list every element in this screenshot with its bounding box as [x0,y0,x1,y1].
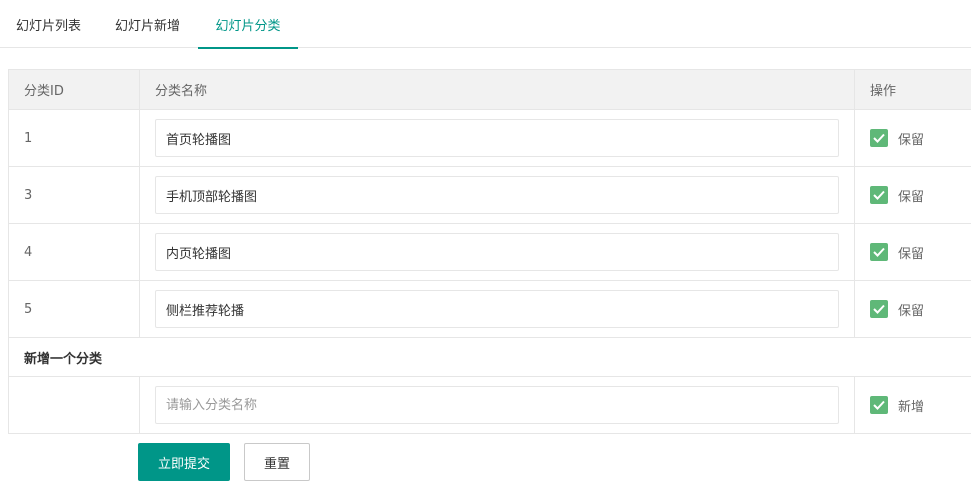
page: 幻灯片列表 幻灯片新增 幻灯片分类 分类ID 分类名称 操作 1 首页轮播图 保… [0,0,971,500]
new-category-id-cell [8,376,140,434]
operation-cell: 保留 [854,223,971,281]
category-id-cell: 3 [8,166,140,224]
keep-checkbox-label: 保留 [898,303,925,319]
new-category-name-input[interactable] [155,386,839,424]
category-name-input[interactable] [155,176,839,214]
checkmark-icon [870,396,888,414]
keep-checkbox-label: 保留 [898,132,925,148]
operation-cell: 保留 [854,109,971,167]
category-name-input[interactable] [155,290,839,328]
header-operation: 操作 [854,69,971,110]
category-name-cell [139,223,855,281]
keep-checkbox-label: 保留 [898,246,925,262]
reset-button[interactable]: 重置 [244,443,310,481]
category-table: 分类ID 分类名称 操作 1 保留 [8,69,971,434]
checkmark-icon [870,129,888,147]
add-checkbox-label: 新增 [898,399,925,415]
table-row: 5 保留 [8,280,971,338]
header-category-name: 分类名称 [139,69,855,110]
checkmark-icon [870,300,888,318]
category-name-cell [139,166,855,224]
category-id-cell: 4 [8,223,140,281]
category-name-input[interactable] [155,233,839,271]
new-category-row: 新增 [8,376,971,434]
category-name-cell [139,109,855,167]
new-category-title: 新增一个分类 [8,337,971,377]
new-category-section-row: 新增一个分类 [8,337,971,377]
category-id-cell: 1 [8,109,140,167]
keep-checkbox[interactable]: 保留 [870,243,924,262]
operation-cell: 保留 [854,280,971,338]
keep-checkbox-label: 保留 [898,189,925,205]
category-id-cell: 5 [8,280,140,338]
table-row: 3 保留 [8,166,971,224]
table-header-row: 分类ID 分类名称 操作 [8,69,971,110]
tab-slide-category[interactable]: 幻灯片分类 [198,0,298,49]
tab-slide-add[interactable]: 幻灯片新增 [97,0,198,48]
table-row: 1 保留 [8,109,971,167]
table-row: 4 保留 [8,223,971,281]
tab-bar: 幻灯片列表 幻灯片新增 幻灯片分类 [0,0,971,49]
operation-cell: 保留 [854,166,971,224]
tab-slide-list[interactable]: 幻灯片列表 [0,0,97,48]
header-category-id: 分类ID [8,69,140,110]
new-category-name-cell [139,376,855,434]
checkmark-icon [870,186,888,204]
category-name-cell [139,280,855,338]
keep-checkbox[interactable]: 保留 [870,186,924,205]
category-name-input[interactable] [155,119,839,157]
keep-checkbox[interactable]: 保留 [870,129,924,148]
submit-button[interactable]: 立即提交 [138,443,230,481]
add-checkbox[interactable]: 新增 [870,396,924,415]
checkmark-icon [870,243,888,261]
keep-checkbox[interactable]: 保留 [870,300,924,319]
new-operation-cell: 新增 [854,376,971,434]
